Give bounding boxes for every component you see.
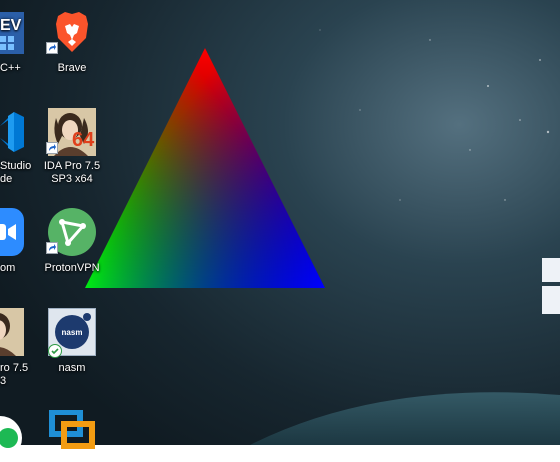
shortcut-arrow-icon <box>46 42 58 54</box>
ida-pro-icon <box>0 308 24 356</box>
desktop-icon-cpp[interactable]: EV C++ <box>0 4 38 74</box>
desktop-icon-vmware[interactable] <box>34 406 110 449</box>
desktop-icon-nasm[interactable]: nasm nasm <box>34 304 110 376</box>
visual-cpp-icon: EV <box>0 8 24 56</box>
svg-text:EV: EV <box>0 17 22 34</box>
nasm-badge-text: nasm <box>61 328 83 337</box>
ida-x64-badge: 64 <box>72 129 95 151</box>
desktop-icon-vscode[interactable]: Studio de <box>0 104 38 188</box>
desktop-icon-partial[interactable] <box>0 406 38 460</box>
vmware-icon <box>48 409 96 458</box>
vscode-icon <box>0 108 24 156</box>
desktop-icon-zoom[interactable]: om <box>0 204 38 276</box>
desktop-icon-ida-pro-x64[interactable]: 64 IDA Pro 7.5 SP3 x64 <box>34 104 110 188</box>
partial-app-icon <box>0 410 24 460</box>
zoom-icon <box>0 208 24 256</box>
desktop-icon-protonvpn[interactable]: ProtonVPN <box>34 204 110 276</box>
desktop-icon-label: nasm <box>58 362 86 374</box>
shortcut-arrow-icon <box>46 242 58 254</box>
desktop-icon-label: IDA Pro 7.5 SP3 x64 <box>43 160 101 185</box>
sync-status-check-icon <box>48 344 62 358</box>
desktop-icon-label: Brave <box>57 62 87 74</box>
shortcut-arrow-icon <box>46 142 58 154</box>
desktop-icon-label: ProtonVPN <box>44 262 100 274</box>
desktop-icon-brave[interactable]: Brave <box>34 4 110 74</box>
desktop-icon-ida-pro[interactable]: ro 7.5 3 <box>0 304 38 390</box>
